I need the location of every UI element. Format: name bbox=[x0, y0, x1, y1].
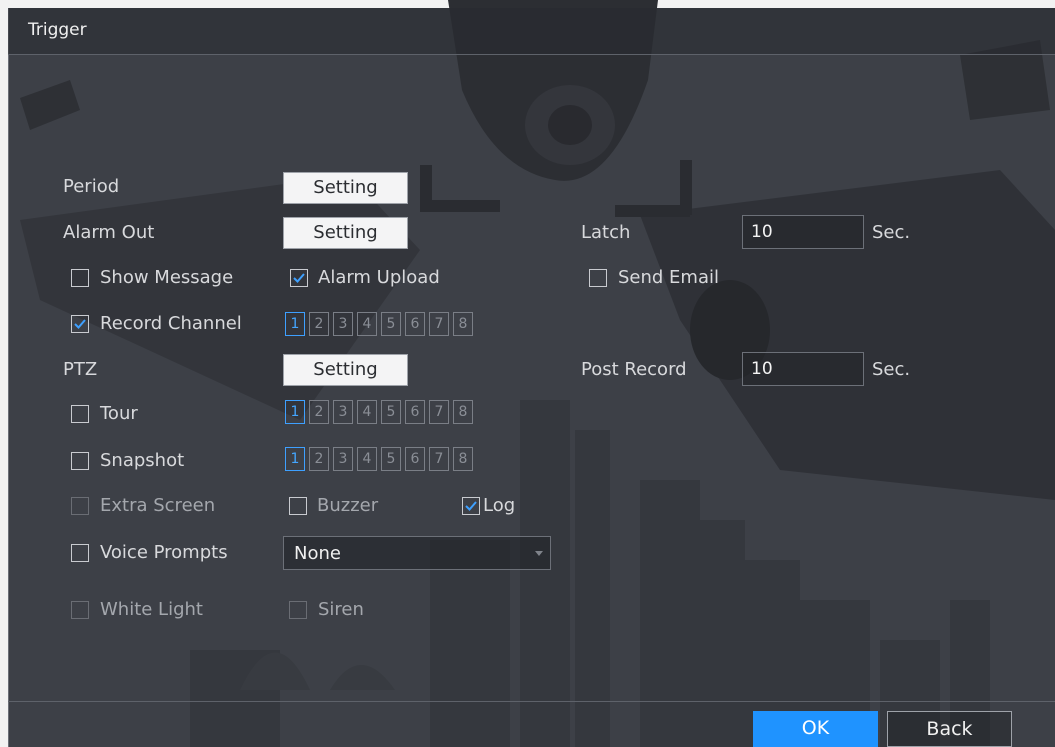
tour-channel-3[interactable]: 3 bbox=[333, 400, 353, 424]
send-email-label: Send Email bbox=[618, 267, 719, 288]
voice-prompts-label: Voice Prompts bbox=[100, 542, 228, 563]
dialog-title: Trigger bbox=[28, 20, 87, 40]
voice-prompts-select[interactable]: None bbox=[283, 536, 551, 570]
snapshot-channel-6[interactable]: 6 bbox=[405, 447, 425, 471]
ptz-label: PTZ bbox=[63, 359, 98, 380]
dialog-title-bar: Trigger bbox=[8, 8, 1055, 55]
snapshot-label: Snapshot bbox=[100, 450, 185, 471]
snapshot-channel-4[interactable]: 4 bbox=[357, 447, 377, 471]
snapshot-channel-selector: 1 2 3 4 5 6 7 8 bbox=[285, 447, 473, 473]
record-channel-label: Record Channel bbox=[100, 313, 242, 334]
siren-label: Siren bbox=[318, 599, 364, 620]
white-light-label: White Light bbox=[100, 599, 203, 620]
snapshot-channel-2[interactable]: 2 bbox=[309, 447, 329, 471]
tour-channel-4[interactable]: 4 bbox=[357, 400, 377, 424]
tour-channel-2[interactable]: 2 bbox=[309, 400, 329, 424]
snapshot-channel-1[interactable]: 1 bbox=[285, 447, 305, 471]
tour-checkbox[interactable] bbox=[71, 405, 89, 423]
ok-button[interactable]: OK bbox=[753, 711, 878, 747]
record-channel-3[interactable]: 3 bbox=[333, 312, 353, 336]
show-message-checkbox[interactable] bbox=[71, 269, 89, 287]
record-channel-1[interactable]: 1 bbox=[285, 312, 305, 336]
footer-divider bbox=[8, 701, 1055, 702]
alarm-upload-label: Alarm Upload bbox=[318, 267, 440, 288]
show-message-label: Show Message bbox=[100, 267, 234, 288]
log-checkbox[interactable] bbox=[462, 497, 480, 515]
tour-channel-1[interactable]: 1 bbox=[285, 400, 305, 424]
period-label: Period bbox=[63, 176, 120, 197]
send-email-checkbox[interactable] bbox=[589, 269, 607, 287]
ptz-setting-button[interactable]: Setting bbox=[283, 354, 408, 386]
alarm-out-setting-button[interactable]: Setting bbox=[283, 217, 408, 249]
record-channel-selector: 1 2 3 4 5 6 7 8 bbox=[285, 312, 473, 338]
check-icon bbox=[293, 273, 305, 283]
snapshot-channel-7[interactable]: 7 bbox=[429, 447, 449, 471]
dropdown-arrow-icon bbox=[535, 551, 543, 556]
record-channel-4[interactable]: 4 bbox=[357, 312, 377, 336]
snapshot-channel-5[interactable]: 5 bbox=[381, 447, 401, 471]
tour-channel-7[interactable]: 7 bbox=[429, 400, 449, 424]
snapshot-channel-3[interactable]: 3 bbox=[333, 447, 353, 471]
extra-screen-label: Extra Screen bbox=[100, 495, 216, 516]
tour-channel-8[interactable]: 8 bbox=[453, 400, 473, 424]
buzzer-checkbox[interactable] bbox=[289, 497, 307, 515]
back-button[interactable]: Back bbox=[887, 711, 1012, 747]
latch-label: Latch bbox=[581, 222, 631, 243]
siren-checkbox[interactable] bbox=[289, 601, 307, 619]
check-icon bbox=[74, 319, 86, 329]
tour-channel-5[interactable]: 5 bbox=[381, 400, 401, 424]
check-icon bbox=[465, 501, 477, 511]
tour-channel-selector: 1 2 3 4 5 6 7 8 bbox=[285, 400, 473, 426]
snapshot-checkbox[interactable] bbox=[71, 452, 89, 470]
record-channel-6[interactable]: 6 bbox=[405, 312, 425, 336]
post-record-input[interactable]: 10 bbox=[742, 352, 864, 386]
record-channel-2[interactable]: 2 bbox=[309, 312, 329, 336]
log-label: Log bbox=[483, 495, 516, 516]
alarm-upload-checkbox[interactable] bbox=[290, 269, 308, 287]
record-channel-checkbox[interactable] bbox=[71, 315, 89, 333]
record-channel-8[interactable]: 8 bbox=[453, 312, 473, 336]
voice-prompts-selected-value: None bbox=[294, 543, 341, 564]
buzzer-label: Buzzer bbox=[317, 495, 379, 516]
post-record-label: Post Record bbox=[581, 359, 687, 380]
extra-screen-checkbox[interactable] bbox=[71, 497, 89, 515]
latch-input[interactable]: 10 bbox=[742, 215, 864, 249]
snapshot-channel-8[interactable]: 8 bbox=[453, 447, 473, 471]
voice-prompts-checkbox[interactable] bbox=[71, 544, 89, 562]
period-setting-button[interactable]: Setting bbox=[283, 172, 408, 204]
alarm-out-label: Alarm Out bbox=[63, 222, 155, 243]
record-channel-7[interactable]: 7 bbox=[429, 312, 449, 336]
white-light-checkbox[interactable] bbox=[71, 601, 89, 619]
post-record-unit: Sec. bbox=[872, 359, 911, 380]
record-channel-5[interactable]: 5 bbox=[381, 312, 401, 336]
tour-label: Tour bbox=[100, 403, 138, 424]
latch-unit: Sec. bbox=[872, 222, 911, 243]
tour-channel-6[interactable]: 6 bbox=[405, 400, 425, 424]
